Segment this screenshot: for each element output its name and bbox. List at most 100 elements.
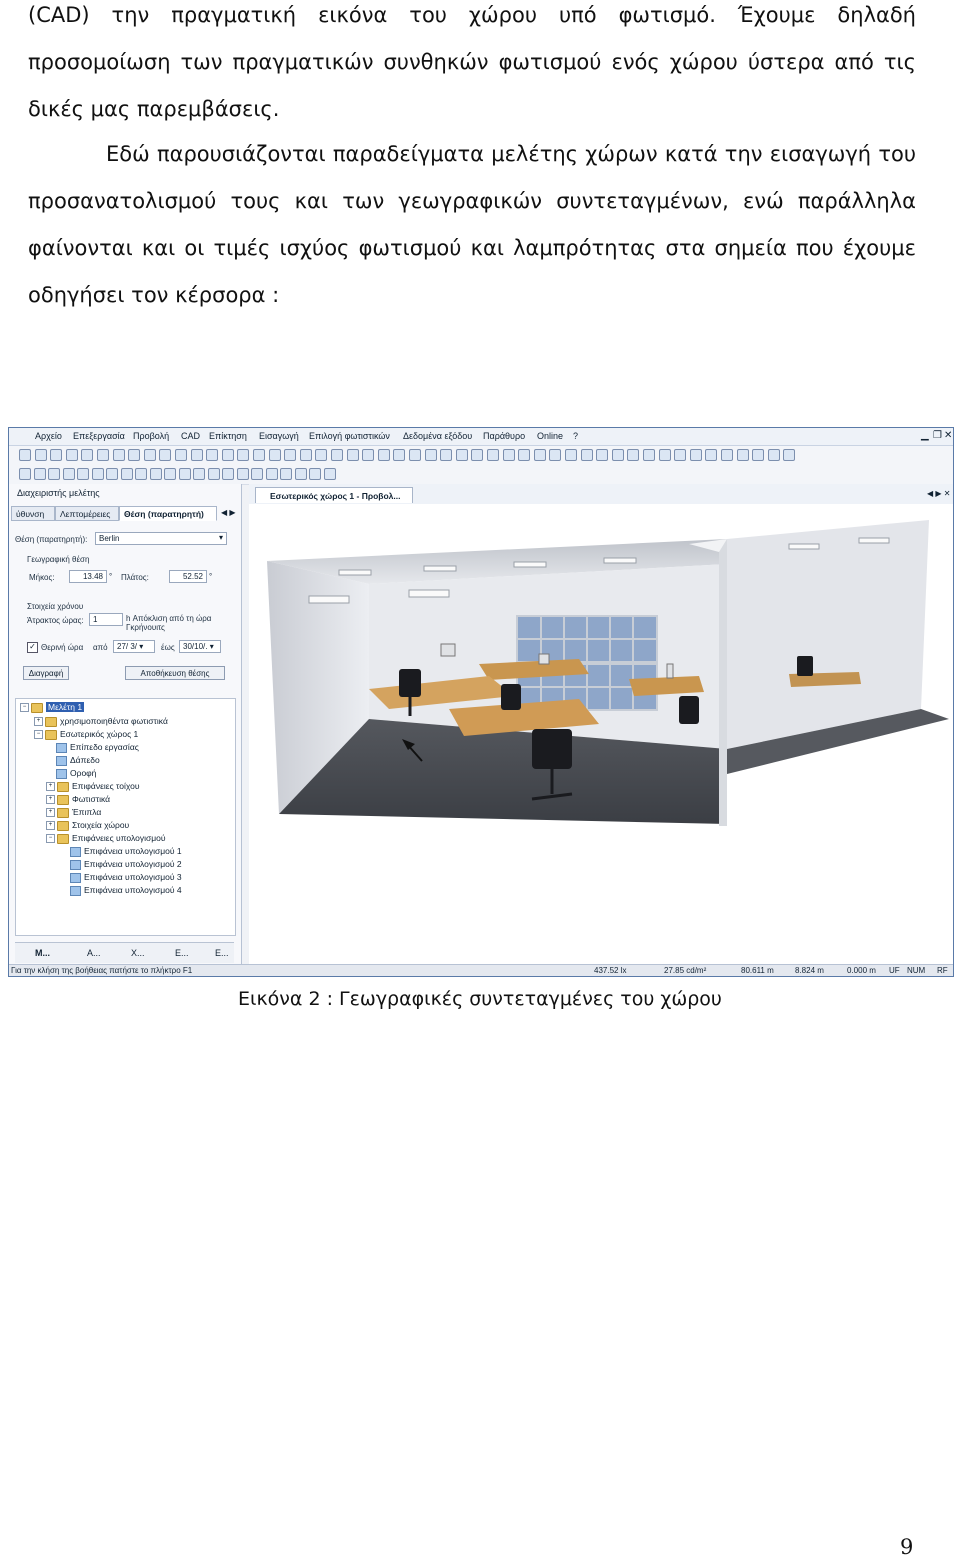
tree-node-calc-surface-1[interactable]: Επιφάνεια υπολογισμού 1: [70, 846, 182, 857]
tree-node-luminaires-used[interactable]: + χρησιμοποιηθέντα φωτιστικά: [34, 716, 168, 727]
toolbar-button-icon[interactable]: [315, 449, 328, 461]
toolbar-button-icon[interactable]: [19, 449, 31, 461]
toolbar-button-icon[interactable]: [362, 449, 375, 461]
toolbar-button-icon[interactable]: [236, 468, 249, 480]
dst-checkbox[interactable]: ✓: [27, 642, 38, 653]
bottom-tab-5[interactable]: E...: [215, 948, 229, 958]
bottom-tab-2[interactable]: A...: [87, 948, 101, 958]
location-select[interactable]: Berlin ▾: [95, 532, 227, 545]
toolbar-button-icon[interactable]: [299, 449, 312, 461]
tab-details[interactable]: Λεπτομέρειες: [55, 506, 119, 521]
tree-node-calc-surface-3[interactable]: Επιφάνεια υπολογισμού 3: [70, 872, 182, 883]
toolbar-button-icon[interactable]: [237, 449, 250, 461]
timezone-input[interactable]: 1: [89, 613, 123, 626]
toolbar-button-icon[interactable]: [471, 449, 484, 461]
tab-nav-arrows-icon[interactable]: ◀ ▶ ✕: [927, 489, 950, 498]
latitude-input[interactable]: 52.52: [169, 570, 207, 583]
tree-node-project[interactable]: − Μελέτη 1: [20, 702, 85, 713]
toolbar-button-icon[interactable]: [190, 449, 203, 461]
menu-online[interactable]: Online: [537, 431, 563, 441]
toolbar-button-icon[interactable]: [409, 449, 421, 461]
menu-help[interactable]: ?: [573, 431, 578, 441]
toolbar-button-icon[interactable]: [440, 449, 453, 461]
toolbar-button-icon[interactable]: [533, 449, 546, 461]
toolbar-button-icon[interactable]: [565, 449, 577, 461]
tree-node-floor[interactable]: Δάπεδο: [56, 755, 100, 766]
toolbar-button-icon[interactable]: [284, 449, 297, 461]
delete-button[interactable]: Διαγραφή: [23, 666, 69, 680]
toolbar-button-icon[interactable]: [97, 449, 109, 461]
toolbar-button-icon[interactable]: [705, 449, 718, 461]
tree-node-interior-room[interactable]: − Εσωτερικός χώρος 1: [34, 729, 138, 740]
toolbar-button-icon[interactable]: [222, 468, 234, 480]
toolbar-button-icon[interactable]: [294, 468, 307, 480]
toolbar-button-icon[interactable]: [19, 468, 31, 480]
toolbar-button-icon[interactable]: [487, 449, 499, 461]
menu-window[interactable]: Παράθυρο: [483, 431, 525, 441]
toolbar-button-icon[interactable]: [518, 449, 531, 461]
menu-luminaire-selection[interactable]: Επιλογή φωτιστικών: [309, 431, 390, 441]
tree-node-calc-surface-4[interactable]: Επιφάνεια υπολογισμού 4: [70, 885, 182, 896]
menu-insert[interactable]: Εισαγωγή: [259, 431, 299, 441]
tab-address[interactable]: ύθυνση: [11, 506, 55, 521]
toolbar-button-icon[interactable]: [175, 449, 187, 461]
toolbar-button-icon[interactable]: [221, 449, 234, 461]
toolbar-button-icon[interactable]: [251, 468, 263, 480]
tree-node-furniture[interactable]: + Έπιπλα: [46, 807, 101, 818]
toolbar-button-icon[interactable]: [253, 449, 265, 461]
menu-output[interactable]: Δεδομένα εξόδου: [403, 431, 472, 441]
longitude-input[interactable]: 13.48: [69, 570, 107, 583]
menu-edit[interactable]: Επεξεργασία: [73, 431, 125, 441]
tree-node-calc-surface-2[interactable]: Επιφάνεια υπολογισμού 2: [70, 859, 182, 870]
toolbar-button-icon[interactable]: [265, 468, 278, 480]
toolbar-button-icon[interactable]: [268, 449, 281, 461]
toolbar-button-icon[interactable]: [120, 468, 133, 480]
bottom-tab-4[interactable]: E...: [175, 948, 189, 958]
toolbar-button-icon[interactable]: [33, 468, 46, 480]
menu-view[interactable]: Προβολή: [133, 431, 169, 441]
close-icon[interactable]: ✕: [944, 430, 952, 441]
tab-interior-room-view[interactable]: Εσωτερικός χώρος 1 - Προβολ...: [255, 487, 413, 503]
toolbar-button-icon[interactable]: [674, 449, 687, 461]
toolbar-button-icon[interactable]: [611, 449, 624, 461]
toolbar-button-icon[interactable]: [643, 449, 655, 461]
toolbar-button-icon[interactable]: [346, 449, 359, 461]
tree-node-room-elements[interactable]: + Στοιχεία χώρου: [46, 820, 129, 831]
toolbar-button-icon[interactable]: [206, 449, 219, 461]
toolbar-button-icon[interactable]: [193, 468, 205, 480]
tree-node-luminaires[interactable]: + Φωτιστικά: [46, 794, 110, 805]
toolbar-button-icon[interactable]: [81, 449, 94, 461]
bottom-tab-3[interactable]: X...: [131, 948, 145, 958]
toolbar-button-icon[interactable]: [549, 449, 562, 461]
toolbar-button-icon[interactable]: [752, 449, 765, 461]
toolbar-button-icon[interactable]: [164, 468, 176, 480]
toolbar-button-icon[interactable]: [424, 449, 437, 461]
restore-icon[interactable]: ❐: [933, 430, 942, 441]
toolbar-button-icon[interactable]: [689, 449, 702, 461]
toolbar-button-icon[interactable]: [736, 449, 749, 461]
tab-observer-location[interactable]: Θέση (παρατηρητή): [119, 506, 217, 521]
tree-node-ceiling[interactable]: Οροφή: [56, 768, 96, 779]
minimize-icon[interactable]: ▁: [921, 430, 929, 441]
toolbar-button-icon[interactable]: [627, 449, 640, 461]
toolbar-button-icon[interactable]: [159, 449, 172, 461]
toolbar-button-icon[interactable]: [135, 468, 147, 480]
toolbar-button-icon[interactable]: [178, 468, 191, 480]
3d-room-render[interactable]: [249, 504, 953, 964]
toolbar-button-icon[interactable]: [502, 449, 515, 461]
to-date-input[interactable]: 30/10/. ▾: [179, 640, 221, 653]
toolbar-button-icon[interactable]: [77, 468, 89, 480]
toolbar-button-icon[interactable]: [767, 449, 780, 461]
toolbar-button-icon[interactable]: [783, 449, 796, 461]
tab-scroll-arrows-icon[interactable]: ◀ ▶: [221, 508, 236, 517]
toolbar-button-icon[interactable]: [62, 468, 75, 480]
toolbar-button-icon[interactable]: [91, 468, 104, 480]
toolbar-button-icon[interactable]: [112, 449, 125, 461]
tree-node-wall-surfaces[interactable]: + Επιφάνειες τοίχου: [46, 781, 140, 792]
toolbar-button-icon[interactable]: [377, 449, 390, 461]
from-date-input[interactable]: 27/ 3/ ▾: [113, 640, 155, 653]
save-location-button[interactable]: Αποθήκευση θέσης: [125, 666, 225, 680]
toolbar-button-icon[interactable]: [34, 449, 47, 461]
toolbar-button-icon[interactable]: [48, 468, 60, 480]
tree-node-calc-surfaces[interactable]: − Επιφάνειες υπολογισμού: [46, 833, 166, 844]
